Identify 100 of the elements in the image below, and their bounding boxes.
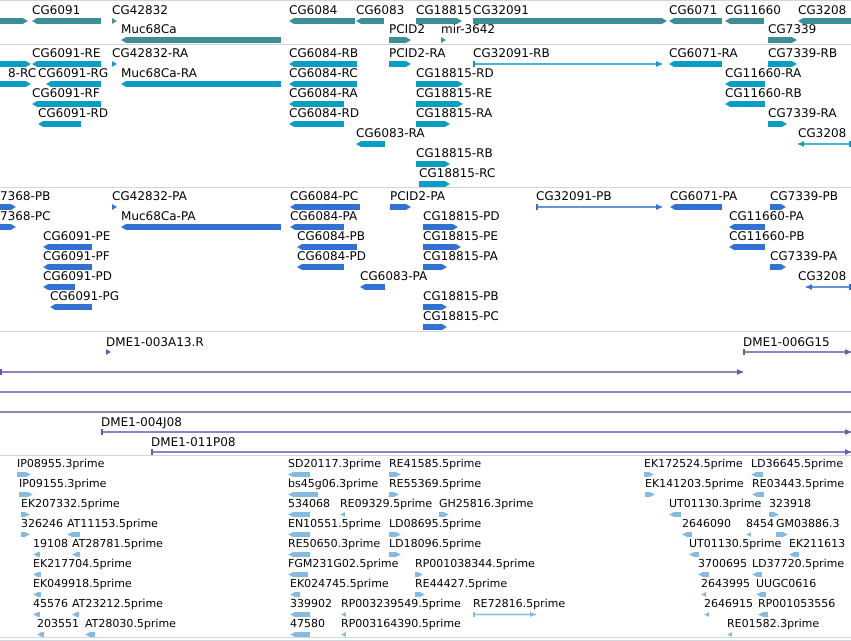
feature-label: bs45g06.3prime [288,478,378,489]
feature-label: 19108 [33,538,68,549]
feature-label: CG6084-RD [289,107,360,119]
feature-label: CG18815-RC [419,167,496,179]
feature-label: PCID2-RA [389,47,446,59]
feature-label: 45576 [33,598,68,609]
feature-label: CG11660 [725,4,781,16]
feature-label: GM03886.3 [776,518,840,529]
feature-label: DME1-004J08 [101,416,182,428]
feature-label: EK024745.5prime [290,578,389,589]
feature-label: CG11660-RB [725,87,802,99]
feature-label: CG3208 [798,4,846,16]
feature-label: CG6091-RF [32,87,100,99]
feature-label: CG6091-RG [38,67,108,79]
feature-label: CG7339 [768,23,816,35]
feature-label: EK049918.5prime [33,578,132,589]
feature-label: CG32091-PB [536,190,612,202]
feature-label: CG6071 [669,4,718,16]
feature-label: 7368-PB [0,190,50,202]
feature-label: EK172524.5prime [644,458,743,469]
feature-label: 8-RC [8,67,36,79]
feature-label: Muc68Ca-RA [121,67,197,79]
feature-label: CG6083-PA [360,270,428,282]
feature-label: CG6091-PE [43,230,110,242]
feature-label: RE41585.5prime [389,458,482,469]
feature-label: RE44427.5prime [415,578,508,589]
feature-label: CG6084-RC [289,67,358,79]
feature-label: RP001038344.5prime [415,558,535,569]
feature-label: 326246 [21,518,63,529]
feature-label: EK211613 [789,538,846,549]
feature-label: IP09155.3prime [19,478,106,489]
feature-label: Muc68Ca-PA [121,210,196,222]
feature-label: CG6084-PC [290,190,358,202]
feature-label: CG3208 [798,270,846,282]
feature-label: AT28030.5prime [85,618,176,629]
feature-label: CG6071-PA [670,190,738,202]
feature-label: RE72816.5prime [473,598,566,609]
feature-label: DME1-011P08 [151,436,236,448]
feature-label: EK141203.5prime [645,478,744,489]
feature-label: 323918 [769,498,811,509]
feature-label: GH25816.3prime [439,498,534,509]
feature-label: UT01130.3prime [669,498,762,509]
feature-label: UT01130.5prime [689,538,782,549]
feature-label: CG18815-PC [423,310,499,322]
feature-label: CG18815-RB [416,147,493,159]
feature-label: CG6091-RE [32,47,100,59]
feature-label: EN10551.5prime [288,518,381,529]
feature-label: CG18815-PB [423,290,499,302]
feature-label: CG6091 [32,4,80,16]
feature-label: CG6084-PB [297,230,366,242]
feature-label: CG6091-PF [43,250,110,262]
feature-label: CG6083 [356,4,404,16]
feature-label: CG18815-PA [423,250,498,262]
feature-label: RP003239549.5prime [341,598,461,609]
feature-label: AT28781.5prime [72,538,163,549]
feature-label: CG3208 [798,127,846,139]
feature-label: AT23212.5prime [72,598,163,609]
feature-label: 2646915 [704,598,753,609]
feature-label: 8454 [746,518,774,529]
feature-label: RE55369.5prime [389,478,482,489]
feature-label: LD18096.5prime [389,538,482,549]
feature-label: 534068 [288,498,330,509]
feature-label: CG6091-PD [43,270,112,282]
feature-label: CG42832 [112,4,168,16]
feature-label: 203551 [37,618,79,629]
feature-label: CG11660-PA [729,210,804,222]
feature-label: FGM231G02.5prime [288,558,398,569]
feature-label: CG18815-PD [423,210,500,222]
feature-label: CG7339-PB [770,190,838,202]
feature-label: CG6084-PA [290,210,358,222]
feature-label: RE09329.5prime [340,498,432,509]
feature-label: AT11153.5prime [67,518,158,529]
feature-label: CG18815-RD [416,67,494,79]
feature-label: 7368-PC [0,210,50,222]
feature-label: RE03443.5prime [752,478,844,489]
feature-label: Muc68Ca [121,23,177,35]
feature-label: CG18815-RA [416,107,492,119]
feature-label: CG18815 [416,4,472,16]
feature-label: LD08695.5prime [389,518,482,529]
feature-label: DME1-006G15 [743,336,830,348]
feature-label: EK207332.5prime [21,498,120,509]
feature-label: CG6084-RA [289,87,358,99]
feature-label: CG11660-RA [725,67,802,79]
feature-label: LD36645.5prime [751,458,844,469]
feature-label: CG6071-RA [669,47,738,59]
feature-label: RE50650.3prime [288,538,380,549]
feature-label: PCID2-PA [390,190,446,202]
feature-label: CG18815-PE [423,230,498,242]
feature-label: CG42832-RA [112,47,188,59]
feature-label: DME1-003A13.R [106,336,204,348]
feature-label: PCID2 [389,23,426,35]
feature-label: mir-3642 [441,23,496,35]
feature-label: EK217704.5prime [33,558,132,569]
feature-label: 2646090 [682,518,731,529]
feature-label: RE01582.3prime [727,618,820,629]
feature-label: CG42832-PA [112,190,187,202]
feature-label: CG18815-RE [416,87,492,99]
feature-label: RP001053556 [758,598,836,609]
feature-label: CG7339-RA [768,107,837,119]
feature-label: RP003164390.5prime [341,618,461,629]
